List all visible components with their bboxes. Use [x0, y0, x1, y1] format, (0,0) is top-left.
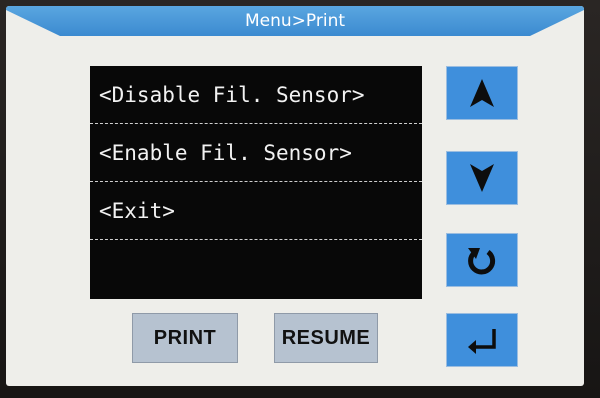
menu-item-disable-fil-sensor[interactable]: <Disable Fil. Sensor> — [90, 66, 422, 124]
page-title: Menu>Print — [244, 11, 346, 31]
menu-list: <Disable Fil. Sensor> <Enable Fil. Senso… — [90, 66, 422, 299]
menu-item-enable-fil-sensor[interactable]: <Enable Fil. Sensor> — [90, 124, 422, 182]
arrow-down-icon — [470, 164, 494, 192]
scroll-up-button[interactable] — [446, 66, 518, 120]
resume-button[interactable]: RESUME — [274, 313, 378, 363]
arrow-up-icon — [470, 79, 494, 107]
menu-item-empty[interactable] — [90, 240, 422, 298]
refresh-icon — [468, 248, 496, 275]
back-button[interactable] — [446, 313, 518, 367]
return-icon — [468, 329, 496, 354]
scroll-down-button[interactable] — [446, 151, 518, 205]
title-bar: Menu>Print — [6, 6, 584, 36]
refresh-button[interactable] — [446, 233, 518, 287]
menu-item-exit[interactable]: <Exit> — [90, 182, 422, 240]
print-button[interactable]: PRINT — [132, 313, 238, 363]
screen: Menu>Print <Disable Fil. Sensor> <Enable… — [6, 6, 584, 386]
